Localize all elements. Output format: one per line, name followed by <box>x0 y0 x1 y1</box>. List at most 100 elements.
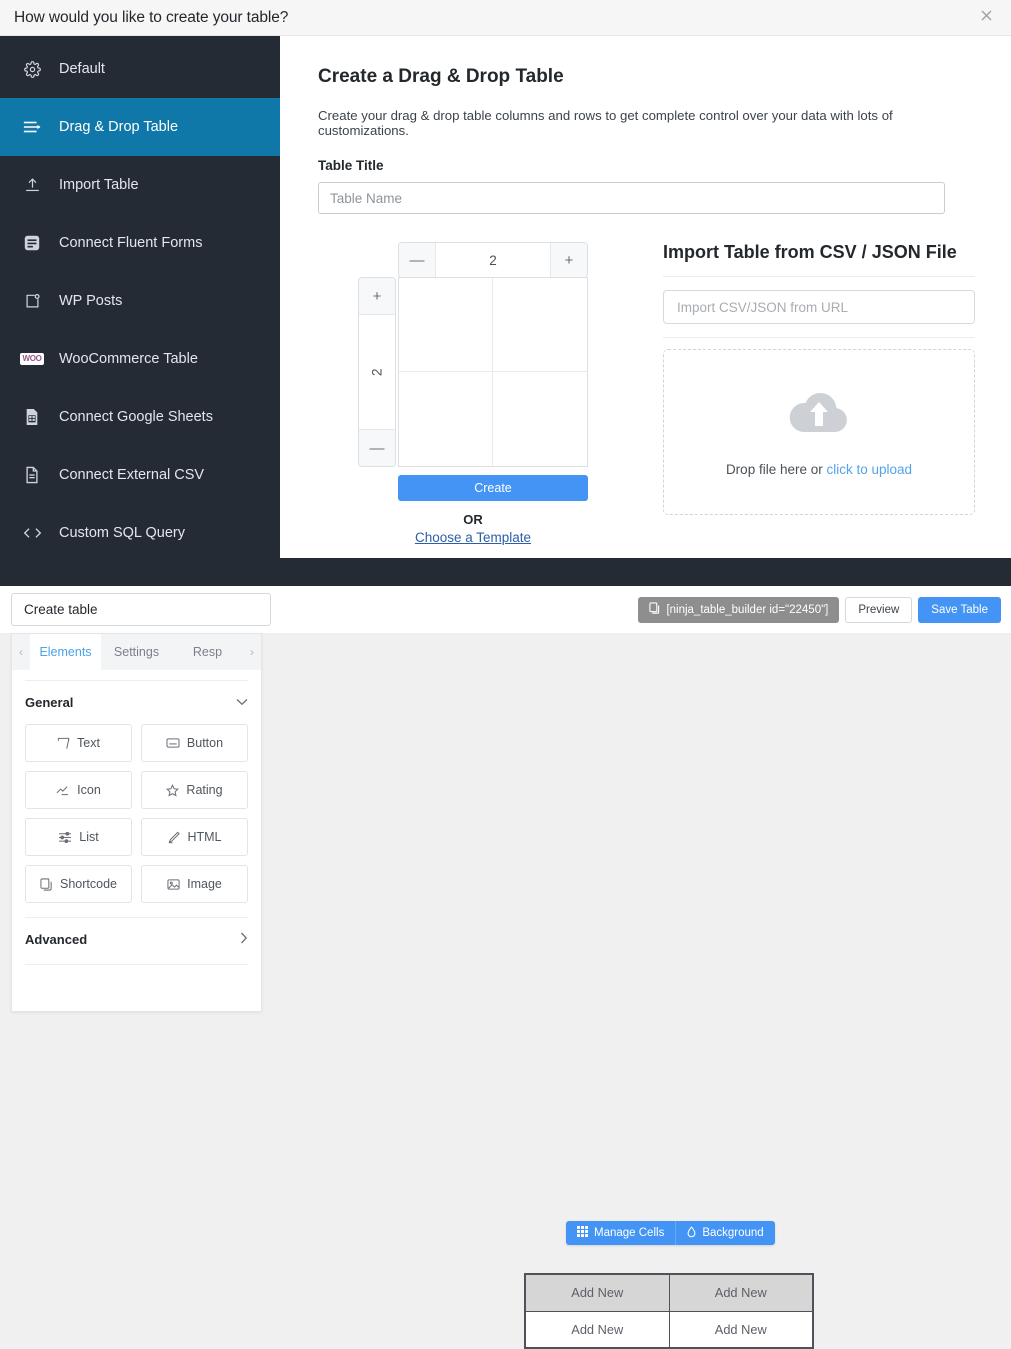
panel-body: General Text Button Icon Rating List HTM… <box>12 680 261 965</box>
divider <box>25 964 248 965</box>
table-cell[interactable]: Add New <box>524 1310 670 1349</box>
sidebar-item-connect-fluent-forms[interactable]: Connect Fluent Forms <box>0 214 280 272</box>
pencil-icon <box>167 831 181 844</box>
tab-responsive[interactable]: Resp <box>172 634 243 670</box>
save-table-button[interactable]: Save Table <box>918 596 1001 623</box>
content-heading: Create a Drag & Drop Table <box>318 66 564 87</box>
sidebar-item-label: Connect Fluent Forms <box>59 235 203 251</box>
grid-cell[interactable] <box>399 278 493 372</box>
table-cell[interactable]: Add New <box>668 1310 814 1349</box>
sidebar-item-import-table[interactable]: Import Table <box>0 156 280 214</box>
grid-icon <box>577 1226 588 1240</box>
sidebar-item-drag-drop-table[interactable]: Drag & Drop Table <box>0 98 280 156</box>
element-button[interactable]: Button <box>141 724 248 762</box>
close-icon[interactable] <box>977 9 995 27</box>
table-row: Add New Add New <box>524 1310 814 1349</box>
background-button[interactable]: Background <box>675 1221 775 1245</box>
manage-cells-button[interactable]: Manage Cells <box>566 1221 676 1245</box>
sheets-icon <box>21 406 43 428</box>
row-increment-button[interactable]: + <box>359 278 395 314</box>
tab-elements[interactable]: Elements <box>30 634 101 670</box>
row-decrement-button[interactable]: — <box>359 430 395 466</box>
table-preview: Add New Add New Add New Add New <box>524 1273 814 1349</box>
modal-body: Default Drag & Drop Table Import Table C… <box>0 36 1011 558</box>
element-text[interactable]: Text <box>25 724 132 762</box>
grid-cell[interactable] <box>399 372 493 466</box>
row-stepper: + 2 — <box>358 277 396 467</box>
element-label: Image <box>187 877 222 891</box>
table-title-label: Table Title <box>318 158 384 173</box>
sidebar-item-label: Connect Google Sheets <box>59 409 213 425</box>
choose-template-link[interactable]: Choose a Template <box>358 530 588 545</box>
element-list[interactable]: List <box>25 818 132 856</box>
button-icon <box>166 737 180 749</box>
element-rating[interactable]: Rating <box>141 771 248 809</box>
copy-icon <box>649 602 660 617</box>
element-icon[interactable]: Icon <box>25 771 132 809</box>
shortcode-chip[interactable]: [ninja_table_builder id="22450"] <box>638 596 840 623</box>
modal-content: Create a Drag & Drop Table Create your d… <box>280 36 1011 558</box>
table-title-input[interactable] <box>318 182 945 214</box>
sidebar-item-default[interactable]: Default <box>0 40 280 98</box>
grid-cell[interactable] <box>493 278 587 372</box>
manage-cells-label: Manage Cells <box>594 1227 665 1239</box>
sidebar-item-wp-posts[interactable]: WP Posts <box>0 272 280 330</box>
gear-icon <box>21 58 43 80</box>
tab-settings[interactable]: Settings <box>101 634 172 670</box>
row-count-value: 2 <box>359 314 395 430</box>
table-row: Add New Add New <box>524 1273 814 1312</box>
click-to-upload-link[interactable]: click to upload <box>826 462 912 477</box>
source-sidebar: Default Drag & Drop Table Import Table C… <box>0 36 280 558</box>
general-section-header[interactable]: General <box>25 681 248 712</box>
element-label: Icon <box>77 783 101 797</box>
table-cell[interactable]: Add New <box>668 1273 814 1312</box>
element-shortcode[interactable]: Shortcode <box>25 865 132 903</box>
sidebar-item-label: Connect External CSV <box>59 467 205 483</box>
tabs-prev-arrow[interactable]: ‹ <box>12 634 30 670</box>
column-increment-button[interactable]: + <box>551 243 587 277</box>
code-icon <box>21 522 43 544</box>
create-button[interactable]: Create <box>398 475 588 501</box>
sidebar-item-label: Drag & Drop Table <box>59 119 179 135</box>
dark-divider-band <box>0 558 1011 586</box>
sidebar-item-connect-external-csv[interactable]: Connect External CSV <box>0 446 280 504</box>
csv-file-icon <box>21 464 43 486</box>
file-dropzone[interactable]: Drop file here or click to upload <box>663 349 975 515</box>
droplet-icon <box>687 1225 696 1241</box>
preview-button[interactable]: Preview <box>845 596 913 623</box>
element-image[interactable]: Image <box>141 865 248 903</box>
sidebar-item-custom-sql-query[interactable]: Custom SQL Query <box>0 504 280 558</box>
column-decrement-button[interactable]: — <box>399 243 435 277</box>
image-icon <box>167 878 180 891</box>
create-table-modal: How would you like to create your table?… <box>0 0 1011 558</box>
sidebar-item-connect-google-sheets[interactable]: Connect Google Sheets <box>0 388 280 446</box>
drag-drop-icon <box>21 116 43 138</box>
grid-cell[interactable] <box>493 372 587 466</box>
element-html[interactable]: HTML <box>141 818 248 856</box>
import-url-input[interactable] <box>663 290 975 324</box>
divider <box>663 337 975 338</box>
shortcode-icon <box>40 877 53 891</box>
builder-toolbar: [ninja_table_builder id="22450"] Preview… <box>0 586 1011 633</box>
advanced-label: Advanced <box>25 932 88 947</box>
star-icon <box>166 783 180 797</box>
sidebar-item-label: Import Table <box>59 177 139 193</box>
table-cell[interactable]: Add New <box>524 1273 670 1312</box>
divider <box>663 276 975 277</box>
posts-icon <box>21 290 43 312</box>
tabs-next-arrow[interactable]: › <box>243 634 261 670</box>
elements-panel: ‹ Elements Settings Resp › General Text <box>11 633 262 1012</box>
background-label: Background <box>702 1227 764 1239</box>
sidebar-item-woocommerce-table[interactable]: WOO WooCommerce Table <box>0 330 280 388</box>
element-label: Text <box>77 736 100 750</box>
sidebar-item-label: Custom SQL Query <box>59 525 185 541</box>
sidebar-item-label: Default <box>59 61 105 77</box>
text-edit-icon <box>57 737 70 750</box>
table-name-input[interactable] <box>11 593 271 626</box>
element-label: List <box>79 830 99 844</box>
advanced-section-header[interactable]: Advanced <box>25 918 248 947</box>
sidebar-item-label: WP Posts <box>59 293 123 309</box>
icon-glyph-icon <box>56 784 70 796</box>
import-panel: Import Table from CSV / JSON File Import… <box>648 242 975 545</box>
cell-toolbar: Manage Cells Background <box>566 1221 775 1245</box>
